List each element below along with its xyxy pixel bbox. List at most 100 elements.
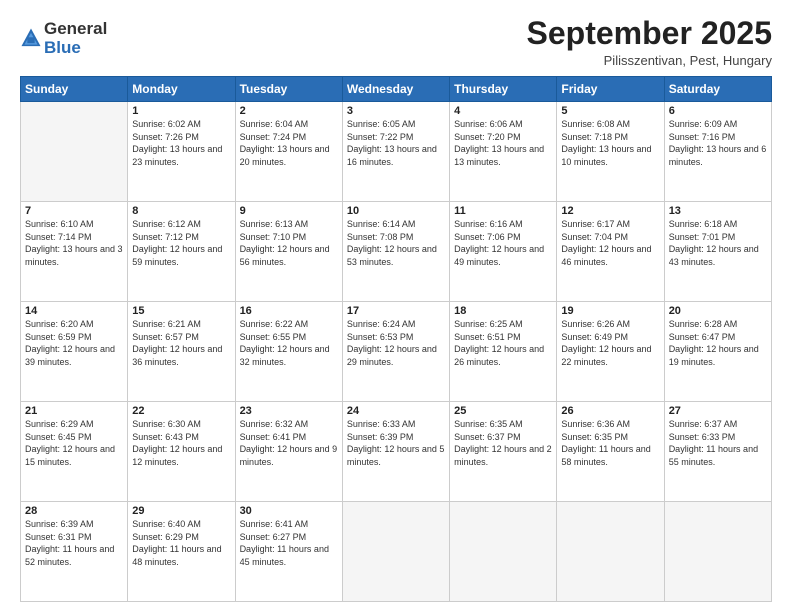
day-number: 20 (669, 305, 767, 317)
weekday-header: Monday (128, 77, 235, 102)
calendar-cell (342, 502, 449, 602)
day-info: Sunrise: 6:12 AMSunset: 7:12 PMDaylight:… (132, 218, 230, 268)
day-info: Sunrise: 6:05 AMSunset: 7:22 PMDaylight:… (347, 118, 445, 168)
day-info: Sunrise: 6:28 AMSunset: 6:47 PMDaylight:… (669, 318, 767, 368)
calendar-cell (450, 502, 557, 602)
day-number: 11 (454, 205, 552, 217)
calendar-cell: 26Sunrise: 6:36 AMSunset: 6:35 PMDayligh… (557, 402, 664, 502)
day-number: 2 (240, 105, 338, 117)
day-number: 17 (347, 305, 445, 317)
day-number: 22 (132, 405, 230, 417)
day-number: 5 (561, 105, 659, 117)
day-info: Sunrise: 6:17 AMSunset: 7:04 PMDaylight:… (561, 218, 659, 268)
calendar-cell (21, 102, 128, 202)
day-info: Sunrise: 6:20 AMSunset: 6:59 PMDaylight:… (25, 318, 123, 368)
logo-blue-text: Blue (44, 39, 107, 58)
weekday-header: Saturday (664, 77, 771, 102)
calendar-cell: 2Sunrise: 6:04 AMSunset: 7:24 PMDaylight… (235, 102, 342, 202)
day-number: 25 (454, 405, 552, 417)
calendar-cell: 7Sunrise: 6:10 AMSunset: 7:14 PMDaylight… (21, 202, 128, 302)
calendar-cell: 30Sunrise: 6:41 AMSunset: 6:27 PMDayligh… (235, 502, 342, 602)
calendar-cell: 18Sunrise: 6:25 AMSunset: 6:51 PMDayligh… (450, 302, 557, 402)
day-number: 1 (132, 105, 230, 117)
day-number: 12 (561, 205, 659, 217)
day-info: Sunrise: 6:40 AMSunset: 6:29 PMDaylight:… (132, 518, 230, 568)
day-info: Sunrise: 6:06 AMSunset: 7:20 PMDaylight:… (454, 118, 552, 168)
day-number: 30 (240, 505, 338, 517)
calendar-cell: 10Sunrise: 6:14 AMSunset: 7:08 PMDayligh… (342, 202, 449, 302)
logo-general-text: General (44, 20, 107, 39)
calendar-week-row: 14Sunrise: 6:20 AMSunset: 6:59 PMDayligh… (21, 302, 772, 402)
calendar-cell: 1Sunrise: 6:02 AMSunset: 7:26 PMDaylight… (128, 102, 235, 202)
logo: General Blue (20, 20, 107, 57)
weekday-header: Sunday (21, 77, 128, 102)
day-number: 28 (25, 505, 123, 517)
calendar-cell: 6Sunrise: 6:09 AMSunset: 7:16 PMDaylight… (664, 102, 771, 202)
day-info: Sunrise: 6:10 AMSunset: 7:14 PMDaylight:… (25, 218, 123, 268)
day-info: Sunrise: 6:09 AMSunset: 7:16 PMDaylight:… (669, 118, 767, 168)
calendar-cell: 8Sunrise: 6:12 AMSunset: 7:12 PMDaylight… (128, 202, 235, 302)
calendar-cell: 24Sunrise: 6:33 AMSunset: 6:39 PMDayligh… (342, 402, 449, 502)
day-number: 15 (132, 305, 230, 317)
calendar-cell: 21Sunrise: 6:29 AMSunset: 6:45 PMDayligh… (21, 402, 128, 502)
calendar-cell: 15Sunrise: 6:21 AMSunset: 6:57 PMDayligh… (128, 302, 235, 402)
day-info: Sunrise: 6:13 AMSunset: 7:10 PMDaylight:… (240, 218, 338, 268)
day-number: 8 (132, 205, 230, 217)
calendar-cell: 22Sunrise: 6:30 AMSunset: 6:43 PMDayligh… (128, 402, 235, 502)
calendar-cell: 4Sunrise: 6:06 AMSunset: 7:20 PMDaylight… (450, 102, 557, 202)
weekday-header: Tuesday (235, 77, 342, 102)
day-number: 21 (25, 405, 123, 417)
page: General Blue September 2025 Pilisszentiv… (0, 0, 792, 612)
calendar-header-row: SundayMondayTuesdayWednesdayThursdayFrid… (21, 77, 772, 102)
day-number: 13 (669, 205, 767, 217)
calendar-cell: 13Sunrise: 6:18 AMSunset: 7:01 PMDayligh… (664, 202, 771, 302)
calendar-table: SundayMondayTuesdayWednesdayThursdayFrid… (20, 76, 772, 602)
day-number: 16 (240, 305, 338, 317)
calendar-cell: 11Sunrise: 6:16 AMSunset: 7:06 PMDayligh… (450, 202, 557, 302)
calendar-week-row: 28Sunrise: 6:39 AMSunset: 6:31 PMDayligh… (21, 502, 772, 602)
day-info: Sunrise: 6:08 AMSunset: 7:18 PMDaylight:… (561, 118, 659, 168)
calendar-cell: 29Sunrise: 6:40 AMSunset: 6:29 PMDayligh… (128, 502, 235, 602)
day-info: Sunrise: 6:35 AMSunset: 6:37 PMDaylight:… (454, 418, 552, 468)
day-number: 24 (347, 405, 445, 417)
calendar-cell: 17Sunrise: 6:24 AMSunset: 6:53 PMDayligh… (342, 302, 449, 402)
day-info: Sunrise: 6:39 AMSunset: 6:31 PMDaylight:… (25, 518, 123, 568)
calendar-cell: 16Sunrise: 6:22 AMSunset: 6:55 PMDayligh… (235, 302, 342, 402)
calendar-cell: 19Sunrise: 6:26 AMSunset: 6:49 PMDayligh… (557, 302, 664, 402)
day-number: 14 (25, 305, 123, 317)
location-subtitle: Pilisszentivan, Pest, Hungary (527, 53, 772, 68)
weekday-header: Friday (557, 77, 664, 102)
day-number: 29 (132, 505, 230, 517)
calendar-cell: 3Sunrise: 6:05 AMSunset: 7:22 PMDaylight… (342, 102, 449, 202)
day-info: Sunrise: 6:30 AMSunset: 6:43 PMDaylight:… (132, 418, 230, 468)
day-number: 27 (669, 405, 767, 417)
day-info: Sunrise: 6:25 AMSunset: 6:51 PMDaylight:… (454, 318, 552, 368)
weekday-header: Wednesday (342, 77, 449, 102)
calendar-cell: 12Sunrise: 6:17 AMSunset: 7:04 PMDayligh… (557, 202, 664, 302)
day-number: 18 (454, 305, 552, 317)
calendar-cell: 28Sunrise: 6:39 AMSunset: 6:31 PMDayligh… (21, 502, 128, 602)
calendar-cell: 9Sunrise: 6:13 AMSunset: 7:10 PMDaylight… (235, 202, 342, 302)
day-info: Sunrise: 6:02 AMSunset: 7:26 PMDaylight:… (132, 118, 230, 168)
calendar-cell: 20Sunrise: 6:28 AMSunset: 6:47 PMDayligh… (664, 302, 771, 402)
day-info: Sunrise: 6:26 AMSunset: 6:49 PMDaylight:… (561, 318, 659, 368)
day-number: 4 (454, 105, 552, 117)
day-number: 9 (240, 205, 338, 217)
month-title: September 2025 (527, 16, 772, 51)
calendar-week-row: 1Sunrise: 6:02 AMSunset: 7:26 PMDaylight… (21, 102, 772, 202)
calendar-cell: 23Sunrise: 6:32 AMSunset: 6:41 PMDayligh… (235, 402, 342, 502)
day-info: Sunrise: 6:33 AMSunset: 6:39 PMDaylight:… (347, 418, 445, 468)
day-info: Sunrise: 6:22 AMSunset: 6:55 PMDaylight:… (240, 318, 338, 368)
day-number: 26 (561, 405, 659, 417)
calendar-cell: 27Sunrise: 6:37 AMSunset: 6:33 PMDayligh… (664, 402, 771, 502)
day-info: Sunrise: 6:29 AMSunset: 6:45 PMDaylight:… (25, 418, 123, 468)
day-number: 23 (240, 405, 338, 417)
header: General Blue September 2025 Pilisszentiv… (20, 16, 772, 68)
calendar-cell: 14Sunrise: 6:20 AMSunset: 6:59 PMDayligh… (21, 302, 128, 402)
title-block: September 2025 Pilisszentivan, Pest, Hun… (527, 16, 772, 68)
day-number: 7 (25, 205, 123, 217)
day-info: Sunrise: 6:04 AMSunset: 7:24 PMDaylight:… (240, 118, 338, 168)
day-info: Sunrise: 6:37 AMSunset: 6:33 PMDaylight:… (669, 418, 767, 468)
logo-icon (20, 27, 42, 49)
day-number: 6 (669, 105, 767, 117)
